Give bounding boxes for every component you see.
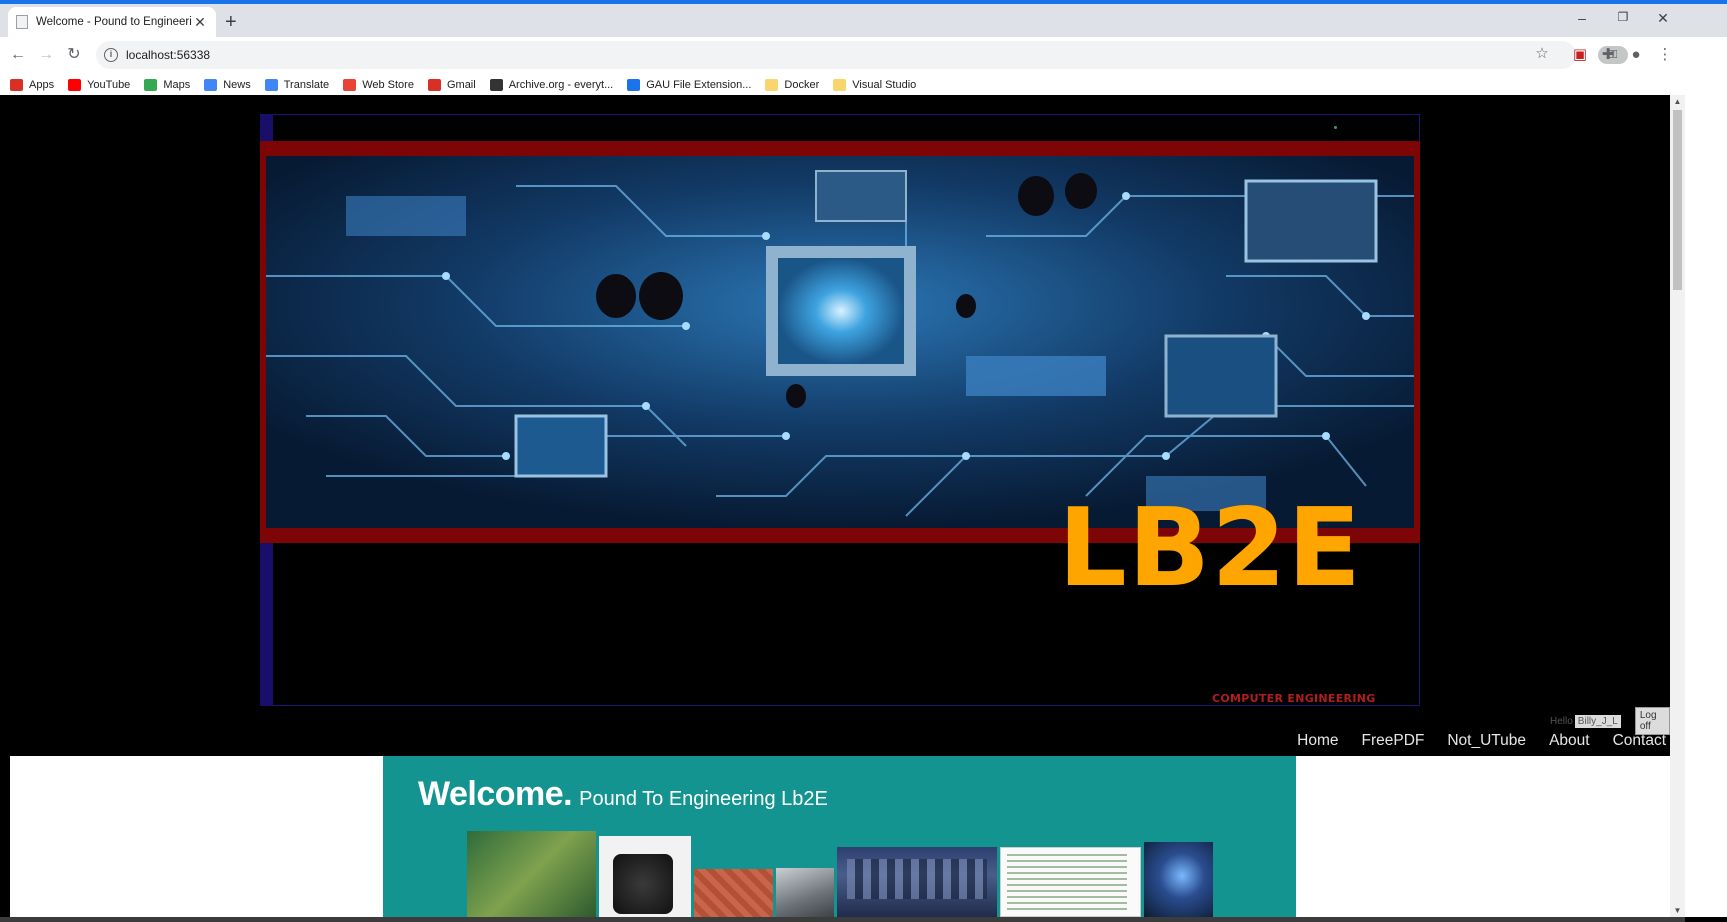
youtube-icon xyxy=(68,78,82,91)
browser-toolbar: ← → ↻ i localhost:56338 ⚿ ☆ ▣ ✚ ● ⋮ xyxy=(0,37,1727,74)
forward-icon[interactable]: → xyxy=(36,46,56,64)
profile-avatar-icon[interactable]: ● xyxy=(1626,46,1646,64)
pcb-photo-thumbnail[interactable] xyxy=(467,831,596,917)
username-link[interactable]: Billy_J_L xyxy=(1574,714,1621,728)
pdf-extension-icon[interactable]: ▣ xyxy=(1570,46,1590,64)
bookmark-label: Gmail xyxy=(446,78,476,91)
circuit-board-image xyxy=(266,156,1414,528)
translate-icon xyxy=(264,78,278,91)
welcome-subtitle: Pound To Engineering Lb2E xyxy=(579,788,828,810)
bookmark-item[interactable]: Translate xyxy=(264,78,330,91)
page-viewport: LB2E COMPUTER ENGINEERING Hello Billy_J_… xyxy=(0,95,1670,917)
bookmark-star-icon[interactable]: ☆ xyxy=(1532,45,1552,63)
bookmark-item[interactable]: Maps xyxy=(144,78,191,91)
bookmark-label: Apps xyxy=(29,78,55,91)
apps-grid-icon xyxy=(10,78,23,91)
nav-freepdf[interactable]: FreePDF xyxy=(1361,732,1424,750)
window-right-gutter xyxy=(1685,95,1727,917)
window-bottom-edge xyxy=(0,917,1685,922)
bookmark-item[interactable]: News xyxy=(204,78,251,91)
tab-title: Welcome - Pound to Engineering xyxy=(36,16,192,28)
minimize-icon[interactable]: – xyxy=(1567,10,1597,26)
archive-icon xyxy=(489,78,503,91)
welding-photo-thumbnail[interactable] xyxy=(1144,842,1213,917)
bookmark-label: Maps xyxy=(163,78,191,91)
bookmarks-bar: Apps YouTube Maps News Translate Web Store Gma… xyxy=(0,74,1727,95)
welcome-heading: Welcome. Pound To Engineering Lb2E xyxy=(418,775,828,814)
bookmark-item[interactable]: Apps xyxy=(10,78,55,91)
bookmark-item[interactable]: Archive.org - everyt... xyxy=(489,78,614,91)
bookmark-label: Archive.org - everyt... xyxy=(508,78,614,91)
gmail-icon xyxy=(427,78,441,91)
tools-photo-thumbnail[interactable] xyxy=(776,868,834,917)
bookmark-item[interactable]: Web Store xyxy=(343,78,414,91)
login-area: Hello Billy_J_L Log off xyxy=(1550,707,1670,735)
decorative-dot xyxy=(1334,126,1337,129)
bookmark-label: YouTube xyxy=(87,78,131,91)
bookmark-label: News xyxy=(223,78,251,91)
bookmark-label: Visual Studio xyxy=(852,78,917,91)
scrollbar-thumb[interactable] xyxy=(1673,110,1682,290)
site-logo[interactable]: LB2E xyxy=(1058,495,1362,603)
news-icon xyxy=(204,78,218,91)
page-scrollbar[interactable]: ▲ ▼ xyxy=(1670,95,1685,917)
bookmark-item[interactable]: Visual Studio xyxy=(833,78,917,91)
main-nav: Home FreePDF Not_UTube About Contact xyxy=(1274,732,1666,750)
browser-tab[interactable]: Welcome - Pound to Engineering ✕ xyxy=(8,7,216,37)
folder-icon xyxy=(765,78,779,91)
site-info-icon[interactable]: i xyxy=(104,48,118,62)
code-screenshot-thumbnail[interactable] xyxy=(1000,847,1141,917)
browser-menu-icon[interactable]: ⋮ xyxy=(1655,46,1675,64)
scroll-down-icon[interactable]: ▼ xyxy=(1670,906,1685,915)
maps-icon xyxy=(144,78,158,91)
machine-photo-thumbnail[interactable] xyxy=(599,836,691,917)
bookmark-label: GAU File Extension... xyxy=(646,78,752,91)
greeting-text: Hello xyxy=(1550,715,1573,727)
back-icon[interactable]: ← xyxy=(8,46,28,64)
web-store-icon xyxy=(343,78,357,91)
bookmark-item[interactable]: Gmail xyxy=(427,78,476,91)
nav-about[interactable]: About xyxy=(1549,732,1590,750)
restore-icon[interactable]: ❐ xyxy=(1608,10,1638,24)
nav-contact[interactable]: Contact xyxy=(1613,732,1666,750)
bookmark-item[interactable]: Docker xyxy=(765,78,820,91)
url-text: localhost:56338 xyxy=(126,48,211,62)
extensions-puzzle-icon[interactable]: ✚ xyxy=(1598,46,1618,64)
nav-home[interactable]: Home xyxy=(1297,732,1338,750)
close-window-icon[interactable]: ✕ xyxy=(1648,10,1678,27)
gau-icon xyxy=(627,78,641,91)
new-tab-button[interactable]: + xyxy=(225,12,237,32)
welcome-title: Welcome. xyxy=(418,775,573,813)
bookmark-item[interactable]: YouTube xyxy=(68,78,131,91)
bookmark-label: Translate xyxy=(283,78,330,91)
close-tab-icon[interactable]: ✕ xyxy=(192,14,208,31)
page-favicon-icon xyxy=(16,15,28,29)
site-tagline: COMPUTER ENGINEERING xyxy=(1212,692,1376,705)
folder-icon xyxy=(833,78,847,91)
scroll-up-icon[interactable]: ▲ xyxy=(1670,97,1685,106)
bookmark-label: Web Store xyxy=(362,78,414,91)
logoff-button[interactable]: Log off xyxy=(1634,707,1670,735)
bookmark-item[interactable]: GAU File Extension... xyxy=(627,78,752,91)
bricks-photo-thumbnail[interactable] xyxy=(694,869,773,917)
tab-strip: Welcome - Pound to Engineering ✕ + – ❐ ✕ xyxy=(0,4,1727,37)
address-bar[interactable]: i localhost:56338 ⚿ ☆ xyxy=(96,41,1628,69)
bookmark-label: Docker xyxy=(784,78,820,91)
reload-icon[interactable]: ↻ xyxy=(64,46,84,64)
nav-not-utube[interactable]: Not_UTube xyxy=(1447,732,1526,750)
cockpit-photo-thumbnail[interactable] xyxy=(837,847,997,917)
